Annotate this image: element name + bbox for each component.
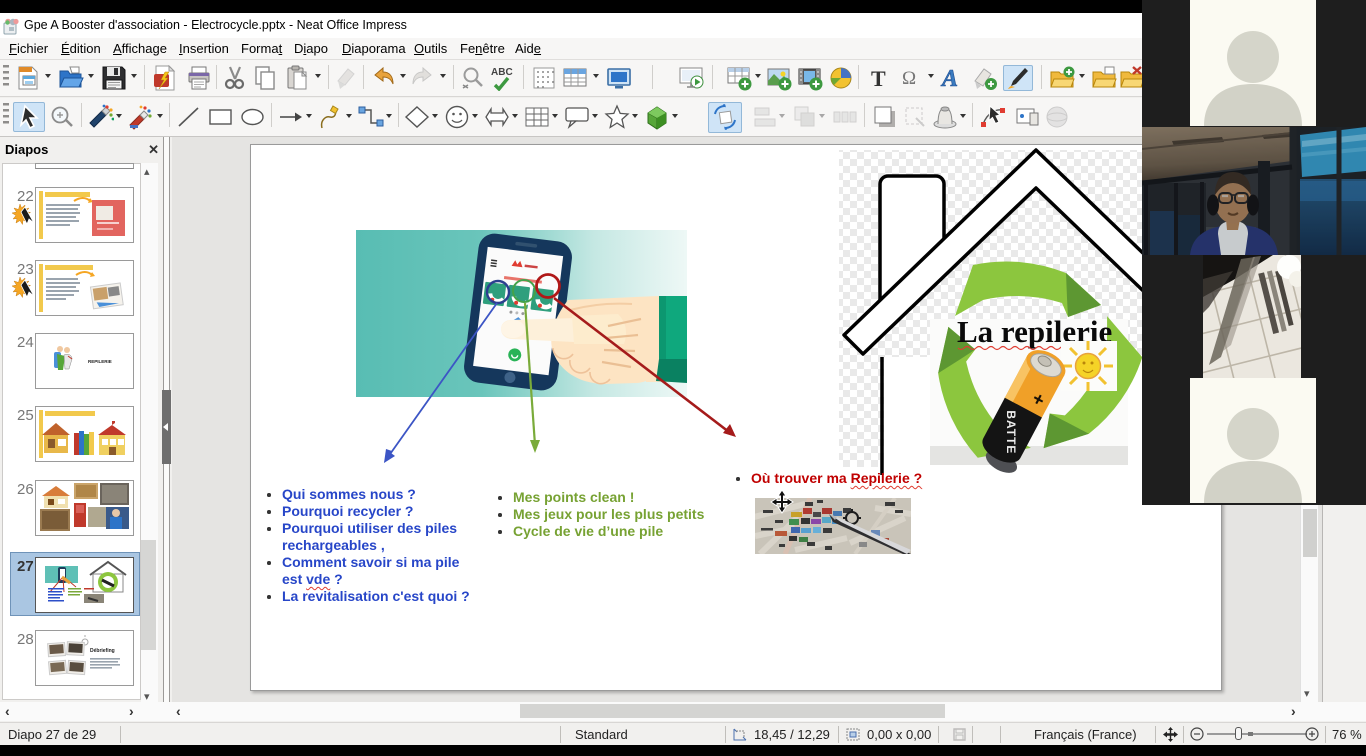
svg-text:A: A [940,66,958,91]
svg-text:T: T [871,66,886,91]
svg-text:REPILERIE: REPILERIE [88,359,112,364]
svg-text:Débriefing: Débriefing [90,648,115,654]
svg-text:ABC: ABC [491,67,513,78]
svg-text:Ω: Ω [902,68,916,89]
